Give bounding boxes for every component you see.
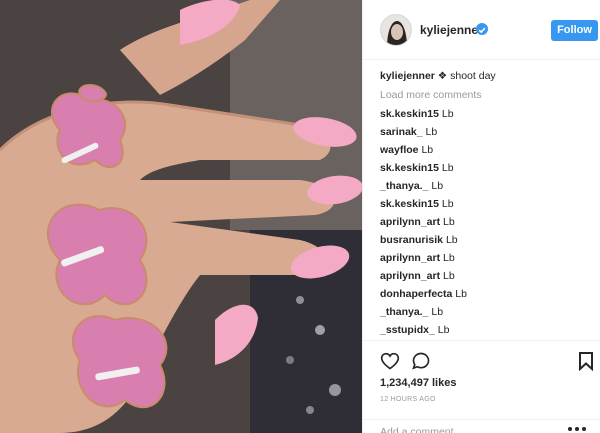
add-comment-input[interactable] <box>380 425 550 433</box>
comment-text: Lb <box>443 252 455 264</box>
caption-username[interactable]: kyliejenner <box>380 70 435 82</box>
comment-text: Lb <box>441 162 454 174</box>
comment-row: busranurisik Lb <box>380 231 595 249</box>
comment-row: sarinak_ Lb <box>380 123 595 141</box>
likes-count[interactable]: 1,234,497 likes <box>380 377 456 389</box>
avatar[interactable] <box>380 14 412 46</box>
comment-row: _thanya._ Lb <box>380 177 595 195</box>
post-timestamp[interactable]: 12 HOURS AGO <box>380 396 436 403</box>
comment-username[interactable]: _thanya._ <box>380 180 428 192</box>
comment-row: donhaperfecta Lb <box>380 285 595 303</box>
comment-username[interactable]: busranurisik <box>380 234 443 246</box>
comment-text: Lb <box>437 324 450 336</box>
post-header: kyliejenner Follow <box>363 0 600 60</box>
hand-with-butterfly-rings-image <box>0 0 362 433</box>
comment-username[interactable]: sk.keskin15 <box>380 198 439 210</box>
comment-row: sk.keskin15 Lb <box>380 195 595 213</box>
comment-text: Lb <box>425 126 438 138</box>
comment-bubble-icon[interactable] <box>411 351 431 371</box>
comment-text: Lb <box>441 108 454 120</box>
caption-text: ❖ shoot day <box>437 70 496 82</box>
comment-row: _thanya._ Lb <box>380 303 595 321</box>
load-more-comments-link[interactable]: Load more comments <box>380 86 595 104</box>
comment-username[interactable]: aprilynn_art <box>380 216 440 228</box>
comment-row: sk.keskin15 Lb <box>380 159 595 177</box>
comment-row: wayfloe Lb <box>380 141 595 159</box>
more-options-icon[interactable] <box>567 426 587 432</box>
bookmark-icon[interactable] <box>578 351 594 371</box>
comment-text: Lb <box>443 216 455 228</box>
heart-icon[interactable] <box>380 351 400 371</box>
verified-badge-icon <box>476 23 488 35</box>
comment-username[interactable]: donhaperfecta <box>380 288 452 300</box>
comment-text: Lb <box>443 270 455 282</box>
comment-text: Lb <box>455 288 467 300</box>
comment-row: aprilynn_art Lb <box>380 213 595 231</box>
comments-list: kyliejenner ❖ shoot day Load more commen… <box>380 67 595 339</box>
comment-row: aprilynn_art Lb <box>380 249 595 267</box>
post-actions: 1,234,497 likes 12 HOURS AGO <box>363 340 600 433</box>
comment-username[interactable]: _sstupidx_ <box>380 324 435 336</box>
comment-username[interactable]: aprilynn_art <box>380 270 440 282</box>
comment-username[interactable]: sk.keskin15 <box>380 162 439 174</box>
comment-username[interactable]: sarinak_ <box>380 126 423 138</box>
add-comment-box <box>363 419 600 433</box>
comment-username[interactable]: _thanya._ <box>380 306 428 318</box>
comment-username[interactable]: wayfloe <box>380 144 419 156</box>
comment-text: Lb <box>431 180 444 192</box>
comment-row: _sstupidx_ Lb <box>380 321 595 339</box>
comment-row: sk.keskin15 Lb <box>380 105 595 123</box>
comment-row: aprilynn_art Lb <box>380 267 595 285</box>
comment-text: Lb <box>421 144 434 156</box>
post-caption: kyliejenner ❖ shoot day <box>380 67 595 86</box>
profile-photo-image <box>381 15 411 45</box>
post-photo[interactable] <box>0 0 362 433</box>
post-sidebar: kyliejenner Follow kyliejenner ❖ shoot d… <box>362 0 600 433</box>
post-username[interactable]: kyliejenner <box>420 23 483 37</box>
comment-username[interactable]: aprilynn_art <box>380 252 440 264</box>
comment-text: Lb <box>431 306 444 318</box>
comment-text: Lb <box>445 234 458 246</box>
comment-username[interactable]: sk.keskin15 <box>380 108 439 120</box>
follow-button[interactable]: Follow <box>551 20 598 41</box>
comment-text: Lb <box>441 198 454 210</box>
